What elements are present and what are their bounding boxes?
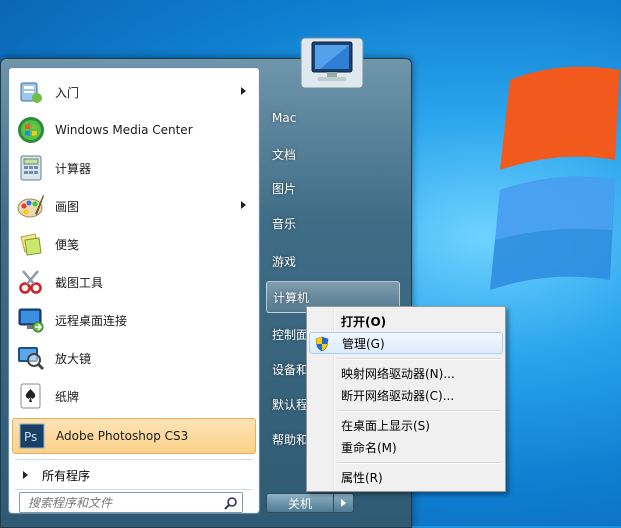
program-sticky-notes[interactable]: 便笺 [12,226,256,262]
program-label: Adobe Photoshop CS3 [56,429,189,443]
search-box[interactable] [19,492,243,513]
divider [15,459,253,460]
chevron-right-icon [341,499,346,507]
search-icon[interactable] [220,493,242,512]
program-label: 纸牌 [55,389,80,404]
link-documents[interactable]: 文档 [266,138,400,170]
link-pictures[interactable]: 图片 [266,172,400,204]
expand-arrow-icon [23,471,28,479]
magnifier-icon [16,343,46,373]
divider [15,489,253,490]
link-games[interactable]: 游戏 [266,245,400,277]
link-label: Mac [272,111,297,125]
paint-icon [16,191,46,221]
submenu-arrow-icon [241,87,246,95]
program-label: Windows Media Center [55,123,193,137]
sticky-notes-icon [16,229,46,259]
getting-started-icon [16,77,46,107]
menu-item-label: 断开网络驱动器(C)... [341,388,455,403]
program-label: 便笺 [55,237,80,252]
program-snipping-tool[interactable]: 截图工具 [12,264,256,300]
link-label: 控制面 [272,327,309,342]
program-remote-desktop[interactable]: 远程桌面连接 [12,302,256,338]
shutdown-button[interactable]: 关机 [266,493,334,513]
menu-item-label: 重命名(M) [341,440,397,455]
windows-logo [490,66,620,290]
link-label: 计算机 [273,290,310,305]
uac-shield-icon [314,336,330,352]
menu-item-open[interactable]: 打开(O) [309,310,503,332]
programs-pane: 入门 Windows Media Center 计算器 画图 便笺 截图工具 远… [8,67,260,514]
link-label: 图片 [272,181,297,196]
program-label: 入门 [55,85,80,100]
submenu-arrow-icon [241,201,246,209]
link-label: 音乐 [272,216,297,231]
all-programs-label: 所有程序 [42,468,91,483]
program-label: 放大镜 [55,351,92,366]
menu-item-disconnect-network-drive[interactable]: 断开网络驱动器(C)... [309,384,503,406]
program-paint[interactable]: 画图 [12,188,256,224]
menu-item-label: 在桌面上显示(S) [341,418,430,433]
shutdown-options-button[interactable] [334,493,354,513]
link-label: 游戏 [272,254,297,269]
menu-item-label: 映射网络驱动器(N)... [341,366,455,381]
solitaire-icon [16,381,46,411]
snipping-tool-icon [16,267,46,297]
search-input[interactable] [26,494,220,511]
link-mac[interactable]: Mac [266,102,400,134]
program-label: 截图工具 [55,275,104,290]
menu-item-map-network-drive[interactable]: 映射网络驱动器(N)... [309,362,503,384]
program-label: 远程桌面连接 [55,313,128,328]
context-menu: 打开(O) 管理(G) 映射网络驱动器(N)... 断开网络驱动器(C)... … [306,306,506,492]
photoshop-icon: Ps [17,421,47,451]
windows-media-center-icon [16,115,46,145]
program-getting-started[interactable]: 入门 [12,74,256,110]
program-magnifier[interactable]: 放大镜 [12,340,256,376]
menu-divider [337,358,501,360]
menu-item-label: 打开(O) [341,314,387,329]
menu-item-show-on-desktop[interactable]: 在桌面上显示(S) [309,414,503,436]
remote-desktop-icon [16,305,46,335]
program-label: 计算器 [55,161,92,176]
menu-divider [337,462,501,464]
all-programs-button[interactable]: 所有程序 [15,463,253,487]
menu-item-label: 管理(G) [342,336,385,351]
svg-text:Ps: Ps [24,430,37,444]
menu-item-manage[interactable]: 管理(G) [309,332,503,354]
shutdown-label: 关机 [287,496,312,511]
calculator-icon [16,153,46,183]
program-adobe-photoshop[interactable]: Ps Adobe Photoshop CS3 [12,418,256,454]
program-calculator[interactable]: 计算器 [12,150,256,186]
link-music[interactable]: 音乐 [266,207,400,239]
program-solitaire[interactable]: 纸牌 [12,378,256,414]
program-label: 画图 [55,199,80,214]
menu-divider [337,410,501,412]
link-label: 默认程 [272,397,309,412]
program-windows-media-center[interactable]: Windows Media Center [12,112,256,148]
menu-item-label: 属性(R) [341,470,383,485]
link-label: 文档 [272,147,297,162]
menu-item-rename[interactable]: 重命名(M) [309,436,503,458]
user-picture[interactable] [300,32,364,90]
link-label: 帮助和 [272,432,309,447]
link-label: 设备和 [272,362,309,377]
menu-item-properties[interactable]: 属性(R) [309,466,503,488]
